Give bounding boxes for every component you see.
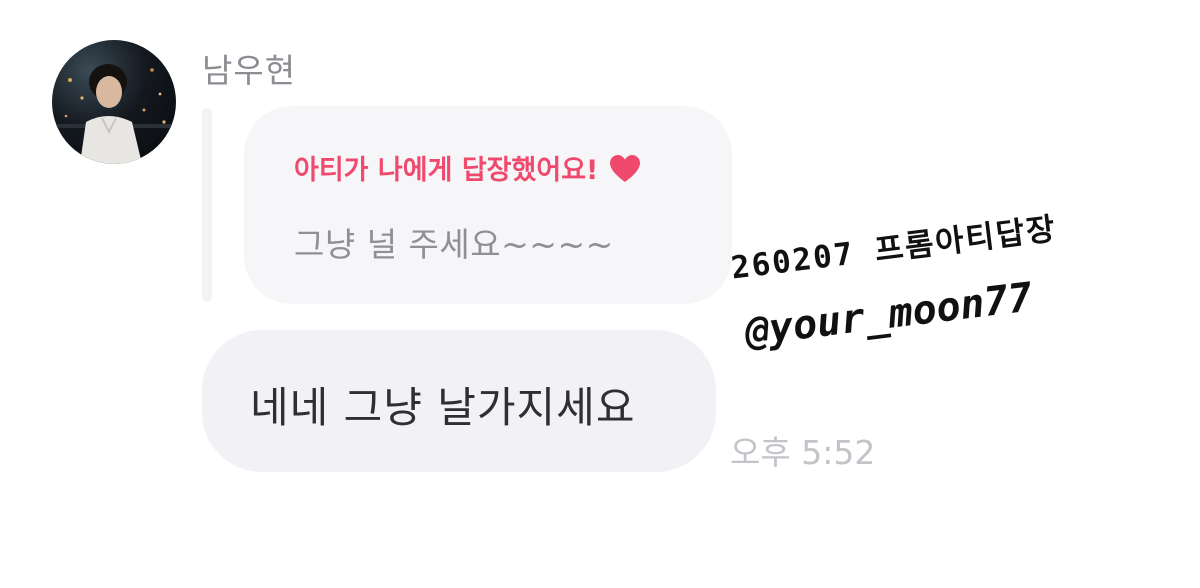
heart-icon <box>608 153 642 183</box>
message-bubble[interactable]: 네네 그냥 날가지세요 <box>202 330 716 472</box>
reply-thread-line <box>202 108 212 302</box>
message-timestamp: 오후 5:52 <box>730 433 876 472</box>
watermark-handle-line: @your_moon77 <box>742 274 1035 356</box>
reply-notice-label: 아티가 나에게 답장했어요! <box>294 155 599 186</box>
reply-notice: 아티가 나에게 답장했어요! <box>294 148 642 187</box>
quoted-reply-bubble[interactable]: 아티가 나에게 답장했어요! 그냥 널 주세요~~~~ <box>244 106 732 304</box>
avatar-photo <box>52 64 176 164</box>
watermark: 260207 프롬아티답장 @your_moon77 <box>718 185 1076 395</box>
watermark-date-line: 260207 프롬아티답장 <box>729 210 1059 287</box>
quoted-message-text: 그냥 널 주세요~~~~ <box>294 225 614 264</box>
avatar[interactable] <box>52 40 176 164</box>
message-text: 네네 그냥 날가지세요 <box>250 383 636 432</box>
sender-name: 남우현 <box>202 51 297 90</box>
